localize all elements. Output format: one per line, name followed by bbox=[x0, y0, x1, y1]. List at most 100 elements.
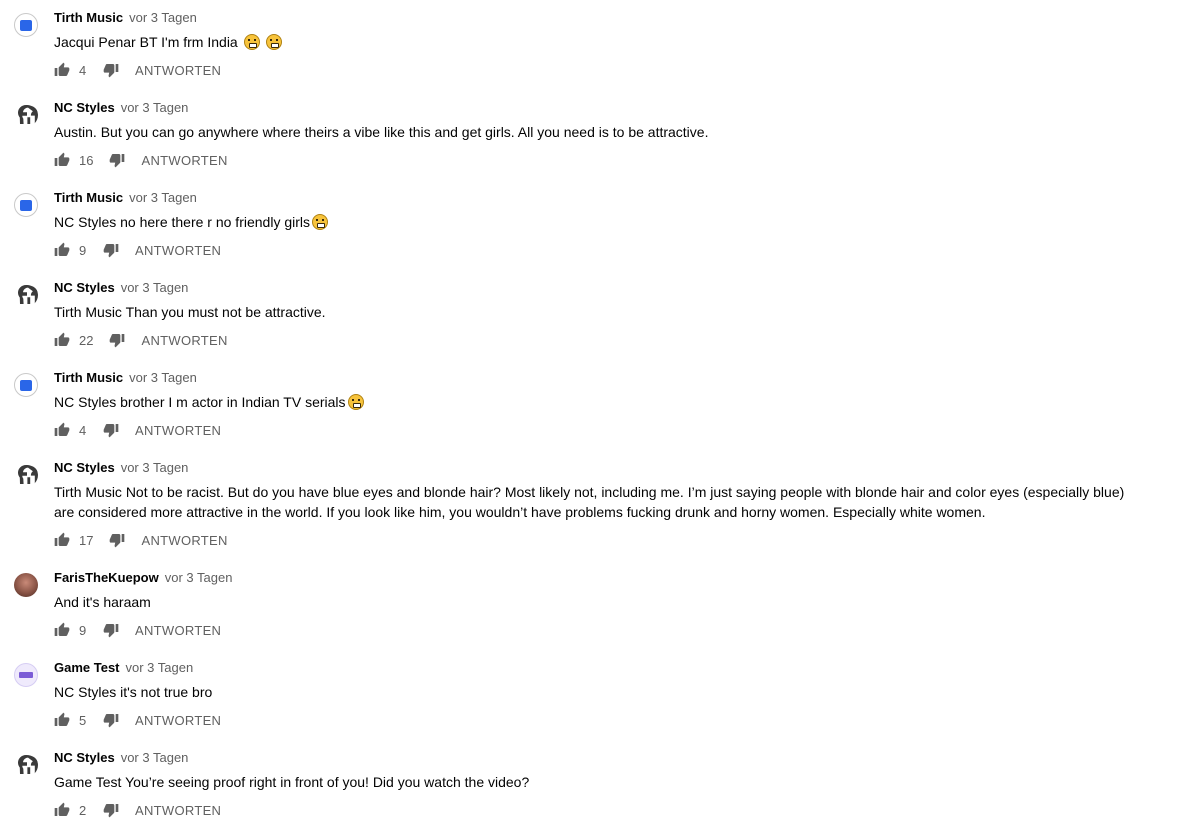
grimace-emoji-icon bbox=[243, 34, 260, 50]
comment-text: Austin. But you can go anywhere where th… bbox=[54, 122, 1134, 142]
comment-text: NC Styles it's not true bro bbox=[54, 682, 1134, 702]
comment-time[interactable]: vor 3 Tagen bbox=[129, 10, 197, 25]
comment-actions: 16 ANTWORTEN bbox=[54, 150, 228, 170]
reply-button[interactable]: ANTWORTEN bbox=[135, 423, 221, 438]
comment-time[interactable]: vor 3 Tagen bbox=[165, 570, 233, 585]
like-count: 5 bbox=[79, 712, 87, 728]
comment-text: NC Styles brother I m actor in Indian TV… bbox=[54, 392, 1134, 412]
comment-actions: 4 ANTWORTEN bbox=[54, 60, 221, 80]
comment-time[interactable]: vor 3 Tagen bbox=[129, 190, 197, 205]
thumbs-down-icon[interactable] bbox=[109, 532, 125, 548]
author-name[interactable]: NC Styles bbox=[54, 280, 115, 295]
thumbs-up-icon[interactable] bbox=[54, 712, 70, 728]
comment-header: NC Styles vor 3 Tagen bbox=[54, 280, 188, 296]
avatar[interactable] bbox=[14, 193, 38, 217]
author-name[interactable]: Tirth Music bbox=[54, 190, 123, 205]
reply-button[interactable]: ANTWORTEN bbox=[135, 623, 221, 638]
thumbs-up-icon[interactable] bbox=[54, 152, 70, 168]
spartan-helmet-icon bbox=[18, 105, 38, 124]
thumbs-up-icon[interactable] bbox=[54, 622, 70, 638]
comment-header: NC Styles vor 3 Tagen bbox=[54, 100, 188, 116]
thumbs-up-icon[interactable] bbox=[54, 242, 70, 258]
author-name[interactable]: FarisTheKuepow bbox=[54, 570, 159, 585]
comment-time[interactable]: vor 3 Tagen bbox=[121, 750, 189, 765]
reply-button[interactable]: ANTWORTEN bbox=[141, 533, 227, 548]
thumbs-up-icon[interactable] bbox=[54, 802, 70, 818]
reply-button[interactable]: ANTWORTEN bbox=[135, 63, 221, 78]
author-name[interactable]: Game Test bbox=[54, 660, 120, 675]
avatar[interactable] bbox=[14, 13, 38, 37]
comment-time[interactable]: vor 3 Tagen bbox=[129, 370, 197, 385]
grimace-emoji-icon bbox=[265, 34, 282, 50]
comment-text-content: NC Styles it's not true bro bbox=[54, 684, 213, 700]
grin-emoji-icon bbox=[347, 394, 364, 410]
thumbs-down-icon[interactable] bbox=[103, 622, 119, 638]
thumbs-down-icon[interactable] bbox=[109, 152, 125, 168]
like-count: 9 bbox=[79, 622, 87, 638]
comment-text-content: Game Test You’re seeing proof right in f… bbox=[54, 774, 530, 790]
like-count: 22 bbox=[79, 332, 94, 348]
comment-header: NC Styles vor 3 Tagen bbox=[54, 460, 188, 476]
spartan-helmet-icon bbox=[18, 285, 38, 304]
comment-time[interactable]: vor 3 Tagen bbox=[121, 460, 189, 475]
thumbs-down-icon[interactable] bbox=[103, 712, 119, 728]
spartan-helmet-icon bbox=[18, 755, 38, 774]
thumbs-down-icon[interactable] bbox=[103, 422, 119, 438]
comment-header: Tirth Music vor 3 Tagen bbox=[54, 190, 197, 206]
avatar[interactable] bbox=[14, 753, 38, 777]
reply-button[interactable]: ANTWORTEN bbox=[141, 333, 227, 348]
like-count: 2 bbox=[79, 802, 87, 818]
like-count: 4 bbox=[79, 62, 87, 78]
comment-actions: 4 ANTWORTEN bbox=[54, 420, 221, 440]
like-count: 9 bbox=[79, 242, 87, 258]
reply-button[interactable]: ANTWORTEN bbox=[135, 803, 221, 818]
avatar[interactable] bbox=[14, 283, 38, 307]
avatar[interactable] bbox=[14, 463, 38, 487]
author-name[interactable]: Tirth Music bbox=[54, 370, 123, 385]
comment-text-content: Jacqui Penar BT I'm frm India bbox=[54, 34, 238, 50]
comment-time[interactable]: vor 3 Tagen bbox=[121, 280, 189, 295]
thumbs-up-icon[interactable] bbox=[54, 422, 70, 438]
comment-actions: 22 ANTWORTEN bbox=[54, 330, 228, 350]
reply-button[interactable]: ANTWORTEN bbox=[141, 153, 227, 168]
comment-time[interactable]: vor 3 Tagen bbox=[126, 660, 194, 675]
author-name[interactable]: Tirth Music bbox=[54, 10, 123, 25]
avatar[interactable] bbox=[14, 373, 38, 397]
comment-text: Jacqui Penar BT I'm frm India bbox=[54, 32, 1134, 52]
avatar[interactable] bbox=[14, 663, 38, 687]
comment-text-content: Tirth Music Than you must not be attract… bbox=[54, 304, 326, 320]
avatar[interactable] bbox=[14, 103, 38, 127]
comment-text: Game Test You’re seeing proof right in f… bbox=[54, 772, 1134, 792]
comment-text-content: And it's haraam bbox=[54, 594, 151, 610]
comment-header: FarisTheKuepow vor 3 Tagen bbox=[54, 570, 232, 586]
comment-text-content: NC Styles brother I m actor in Indian TV… bbox=[54, 394, 346, 410]
comment-actions: 9 ANTWORTEN bbox=[54, 620, 221, 640]
comment-actions: 2 ANTWORTEN bbox=[54, 800, 221, 820]
comment-actions: 17 ANTWORTEN bbox=[54, 530, 228, 550]
comment-header: NC Styles vor 3 Tagen bbox=[54, 750, 188, 766]
grimace-emoji-icon bbox=[312, 214, 328, 230]
reply-button[interactable]: ANTWORTEN bbox=[135, 243, 221, 258]
thumbs-up-icon[interactable] bbox=[54, 332, 70, 348]
comment-text-content: NC Styles no here there r no friendly gi… bbox=[54, 214, 310, 230]
author-name[interactable]: NC Styles bbox=[54, 460, 115, 475]
comment-text-content: Austin. But you can go anywhere where th… bbox=[54, 124, 709, 140]
comment-thread: Tirth Music vor 3 Tagen Jacqui Penar BT I… bbox=[0, 0, 1186, 821]
thumbs-down-icon[interactable] bbox=[103, 62, 119, 78]
comment-time[interactable]: vor 3 Tagen bbox=[121, 100, 189, 115]
author-name[interactable]: NC Styles bbox=[54, 750, 115, 765]
author-name[interactable]: NC Styles bbox=[54, 100, 115, 115]
spartan-helmet-icon bbox=[18, 465, 38, 484]
thumbs-down-icon[interactable] bbox=[109, 332, 125, 348]
thumbs-down-icon[interactable] bbox=[103, 802, 119, 818]
like-count: 17 bbox=[79, 532, 94, 548]
thumbs-up-icon[interactable] bbox=[54, 532, 70, 548]
thumbs-up-icon[interactable] bbox=[54, 62, 70, 78]
comment-text: NC Styles no here there r no friendly gi… bbox=[54, 212, 1134, 232]
comment-text-content: Tirth Music Not to be racist. But do you… bbox=[54, 484, 1125, 520]
thumbs-down-icon[interactable] bbox=[103, 242, 119, 258]
comment-header: Tirth Music vor 3 Tagen bbox=[54, 10, 197, 26]
reply-button[interactable]: ANTWORTEN bbox=[135, 713, 221, 728]
avatar[interactable] bbox=[14, 573, 38, 597]
comment-text: Tirth Music Not to be racist. But do you… bbox=[54, 482, 1134, 522]
